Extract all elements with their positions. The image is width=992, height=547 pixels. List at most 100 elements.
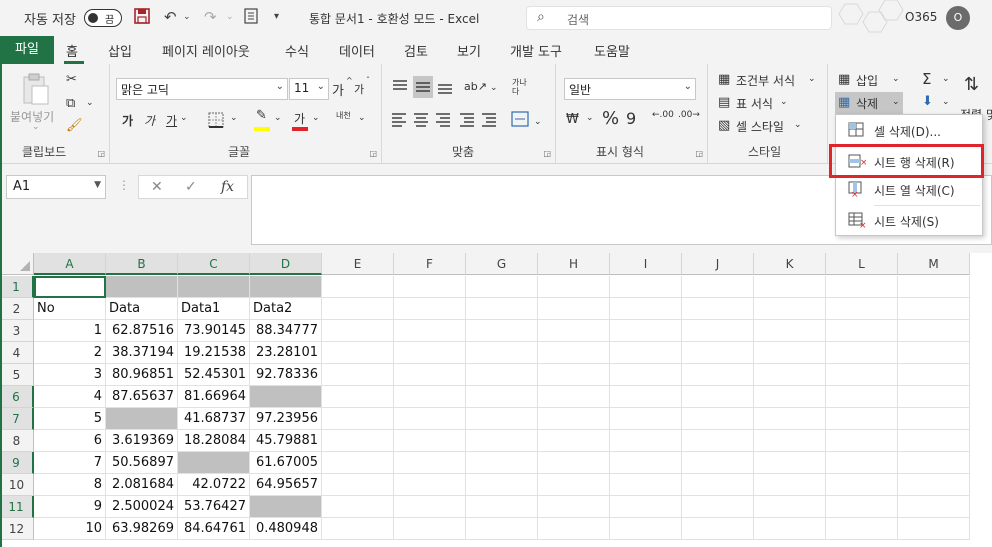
cell-d1[interactable] [250, 276, 322, 298]
cell-b4[interactable]: 38.37194 [106, 342, 178, 364]
cell-e2[interactable] [322, 298, 394, 320]
cell-i10[interactable] [610, 474, 682, 496]
cell-a2[interactable]: No [34, 298, 106, 320]
tab-data[interactable]: 데이터 [339, 41, 375, 60]
cell-e1[interactable] [322, 276, 394, 298]
cell-l11[interactable] [826, 496, 898, 518]
bold-button[interactable]: 가 [122, 112, 133, 129]
format-as-table-dropdown-icon[interactable]: ⌄ [780, 97, 788, 107]
tab-developer[interactable]: 개발 도구 [510, 41, 562, 60]
cell-i2[interactable] [610, 298, 682, 320]
copy-dropdown-icon[interactable]: ⌄ [86, 98, 94, 108]
cell-m11[interactable] [898, 496, 970, 518]
cell-a4[interactable]: 2 [34, 342, 106, 364]
phonetic-button[interactable]: 내천 [336, 110, 351, 121]
insert-cells-icon[interactable]: ▦ [838, 72, 850, 87]
cell-j8[interactable] [682, 430, 754, 452]
tab-home[interactable]: 홈 [66, 41, 78, 60]
cell-h10[interactable] [538, 474, 610, 496]
cell-g3[interactable] [466, 320, 538, 342]
cell-a8[interactable]: 6 [34, 430, 106, 452]
cell-d7[interactable]: 97.23956 [250, 408, 322, 430]
cell-f10[interactable] [394, 474, 466, 496]
font-color-dropdown-icon[interactable]: ⌄ [312, 113, 320, 123]
cell-i5[interactable] [610, 364, 682, 386]
conditional-formatting-dropdown-icon[interactable]: ⌄ [808, 74, 816, 84]
cell-e3[interactable] [322, 320, 394, 342]
account-name[interactable]: O365 [905, 10, 937, 24]
cell-e8[interactable] [322, 430, 394, 452]
tab-page-layout[interactable]: 페이지 레이아웃 [162, 41, 250, 60]
cell-j10[interactable] [682, 474, 754, 496]
vertical-align-icons[interactable]: ab↗ ⌄ [390, 76, 510, 98]
increase-decimal-icon[interactable]: ←.00 [652, 110, 674, 120]
tab-view[interactable]: 보기 [457, 41, 481, 60]
sort-filter-icon[interactable]: ⇅ [964, 74, 979, 95]
fill-icon[interactable]: ⬇ [922, 94, 933, 109]
cell-d8[interactable]: 45.79881 [250, 430, 322, 452]
clipboard-launcher-icon[interactable]: ◲ [97, 149, 105, 158]
paste-dropdown-icon[interactable]: ⌄ [32, 122, 40, 132]
row-header-11[interactable]: 11 [0, 496, 34, 518]
cell-j6[interactable] [682, 386, 754, 408]
wrap-text-button[interactable]: 가나다 [512, 78, 528, 96]
cell-i11[interactable] [610, 496, 682, 518]
cell-b6[interactable]: 87.65637 [106, 386, 178, 408]
cell-d11[interactable] [250, 496, 322, 518]
cell-j11[interactable] [682, 496, 754, 518]
number-launcher-icon[interactable]: ◲ [695, 149, 703, 158]
cell-a11[interactable]: 9 [34, 496, 106, 518]
cell-b3[interactable]: 62.87516 [106, 320, 178, 342]
font-name-combo[interactable]: 맑은 고딕 ⌄ [116, 78, 288, 100]
cell-m8[interactable] [898, 430, 970, 452]
cell-i9[interactable] [610, 452, 682, 474]
cell-m1[interactable] [898, 276, 970, 298]
row-header-7[interactable]: 7 [0, 408, 34, 430]
row-header-9[interactable]: 9 [0, 452, 34, 474]
cell-f9[interactable] [394, 452, 466, 474]
cell-d12[interactable]: 0.480948 [250, 518, 322, 540]
column-header-m[interactable]: M [898, 253, 970, 275]
grow-font-button[interactable]: 가 [332, 80, 344, 99]
column-header-f[interactable]: F [394, 253, 466, 275]
cell-g4[interactable] [466, 342, 538, 364]
cell-h6[interactable] [538, 386, 610, 408]
cell-e11[interactable] [322, 496, 394, 518]
customize-qat-icon[interactable]: ▾ [274, 11, 279, 22]
column-header-a[interactable]: A [34, 253, 106, 275]
search-box[interactable]: ⌕ 검색 [526, 6, 832, 30]
cell-b5[interactable]: 80.96851 [106, 364, 178, 386]
cell-b10[interactable]: 2.081684 [106, 474, 178, 496]
cell-l7[interactable] [826, 408, 898, 430]
cell-l9[interactable] [826, 452, 898, 474]
cell-j9[interactable] [682, 452, 754, 474]
row-header-8[interactable]: 8 [0, 430, 34, 452]
cell-i7[interactable] [610, 408, 682, 430]
cell-l3[interactable] [826, 320, 898, 342]
undo-icon[interactable]: ↶ [164, 8, 177, 26]
cell-m2[interactable] [898, 298, 970, 320]
comma-style-button[interactable]: 9 [626, 109, 636, 128]
cell-d4[interactable]: 23.28101 [250, 342, 322, 364]
cell-c6[interactable]: 81.66964 [178, 386, 250, 408]
cell-a6[interactable]: 4 [34, 386, 106, 408]
cell-d10[interactable]: 64.95657 [250, 474, 322, 496]
cell-l10[interactable] [826, 474, 898, 496]
column-header-d[interactable]: D [250, 253, 322, 275]
cell-m7[interactable] [898, 408, 970, 430]
cell-g9[interactable] [466, 452, 538, 474]
column-header-h[interactable]: H [538, 253, 610, 275]
cut-icon[interactable]: ✂ [66, 72, 77, 87]
borders-icon[interactable] [208, 112, 224, 128]
cell-a3[interactable]: 1 [34, 320, 106, 342]
format-painter-icon[interactable]: 🖌 [66, 118, 83, 133]
cell-k4[interactable] [754, 342, 826, 364]
accounting-dropdown-icon[interactable]: ⌄ [586, 113, 594, 123]
row-header-5[interactable]: 5 [0, 364, 34, 386]
redo-dropdown-icon[interactable]: ⌄ [226, 12, 234, 22]
percent-style-button[interactable]: % [602, 108, 619, 129]
alignment-launcher-icon[interactable]: ◲ [543, 149, 551, 158]
cell-d2[interactable]: Data2 [250, 298, 322, 320]
cell-k1[interactable] [754, 276, 826, 298]
format-as-table-icon[interactable]: ▤ [718, 95, 730, 110]
